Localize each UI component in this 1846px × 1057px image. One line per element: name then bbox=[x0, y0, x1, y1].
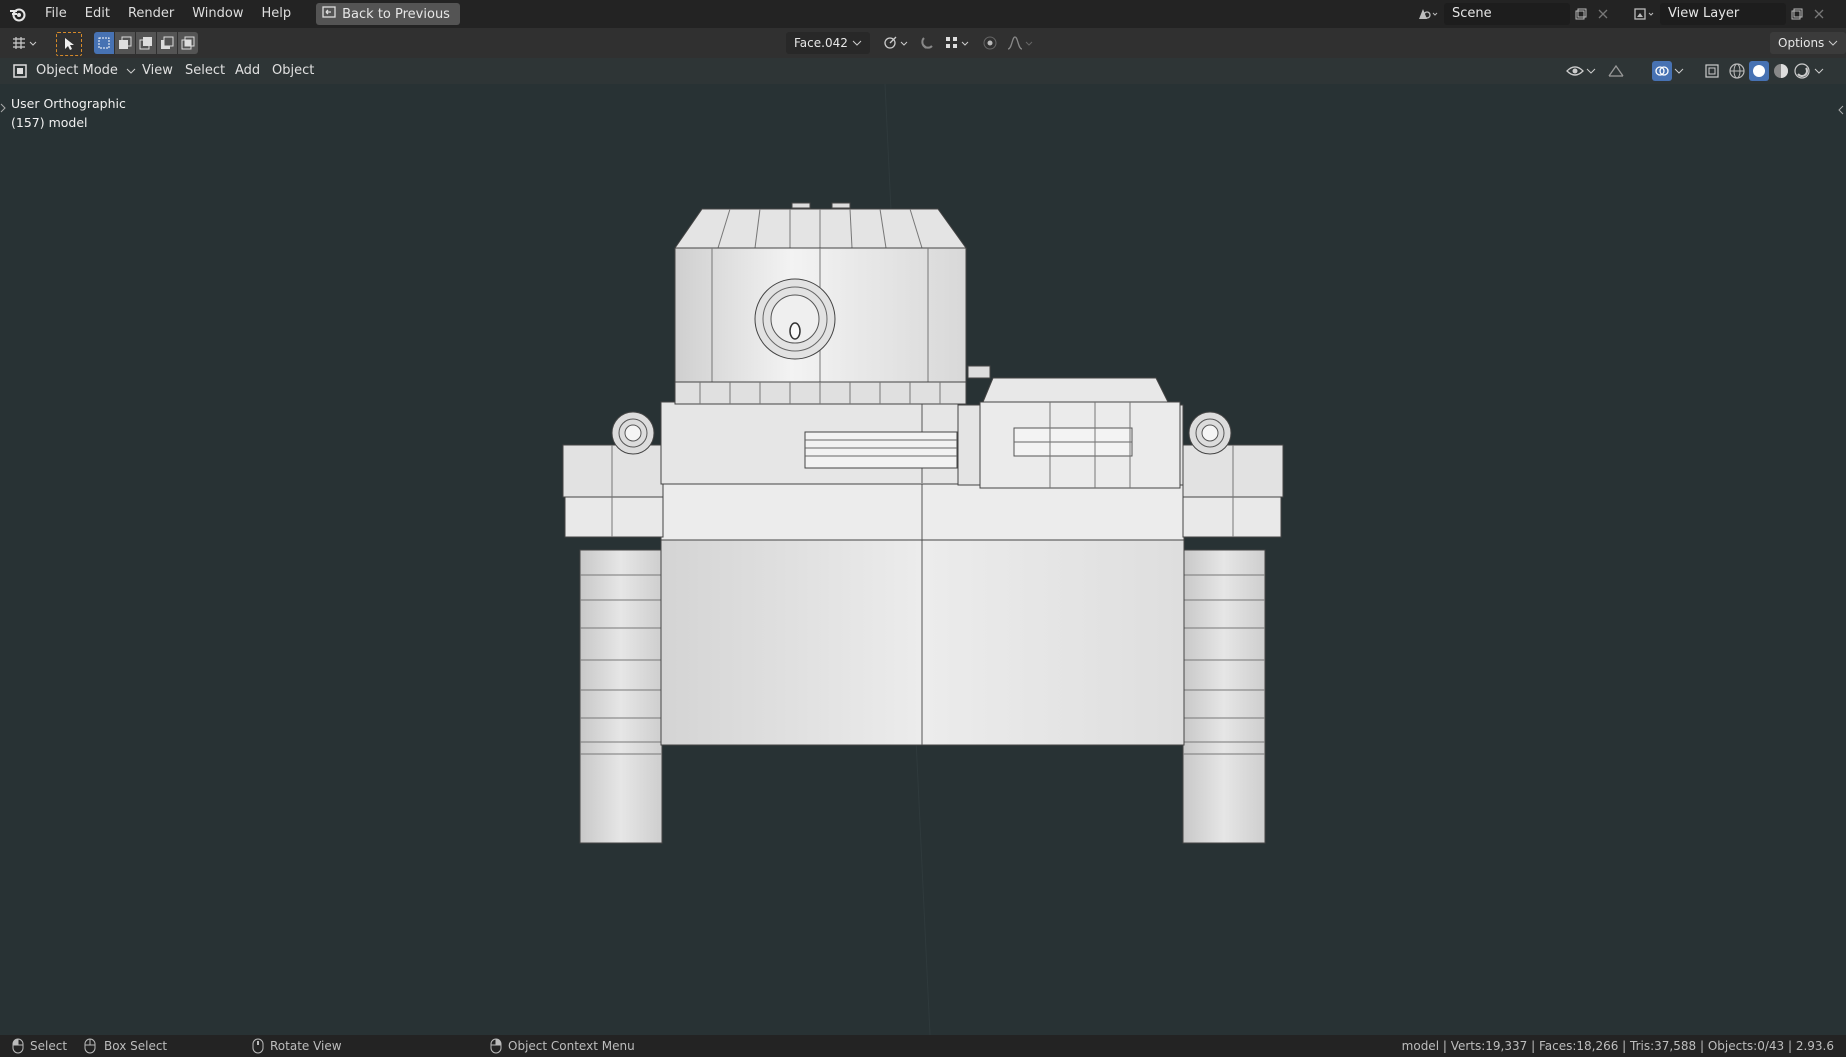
new-view-layer-icon[interactable] bbox=[1786, 3, 1808, 25]
mode-set-new-icon[interactable] bbox=[94, 32, 114, 54]
mode-intersect-icon[interactable] bbox=[178, 32, 198, 54]
scene-statistics: model | Verts:19,337 | Faces:18,266 | Tr… bbox=[1401, 1039, 1834, 1053]
right-headlight bbox=[1188, 411, 1232, 455]
status-context-menu-label: Object Context Menu bbox=[508, 1039, 635, 1053]
xray-toggle-icon[interactable] bbox=[1704, 58, 1720, 84]
viewport-header: Object Mode View Select Add Object bbox=[0, 58, 1846, 84]
status-select: Select bbox=[12, 1035, 67, 1057]
chevron-down-icon bbox=[1674, 68, 1684, 74]
blender-logo-icon[interactable] bbox=[0, 0, 36, 28]
driver-visor bbox=[804, 431, 958, 469]
left-headlight bbox=[611, 411, 655, 455]
view-layer-icon[interactable] bbox=[1628, 3, 1660, 25]
mode-subtract-icon[interactable] bbox=[136, 32, 156, 54]
tool-settings-bar: Face.042 Options bbox=[0, 28, 1846, 58]
scene-type-icon[interactable] bbox=[1412, 3, 1444, 25]
status-box-select-label: Box Select bbox=[104, 1039, 168, 1053]
mouse-middle-icon bbox=[252, 1038, 264, 1054]
object-mode-icon bbox=[13, 64, 27, 78]
wireframe-shading-icon[interactable] bbox=[1728, 62, 1746, 80]
new-scene-icon[interactable] bbox=[1570, 3, 1592, 25]
chevron-down-icon bbox=[1586, 68, 1596, 74]
options-dropdown[interactable]: Options bbox=[1770, 32, 1846, 54]
chevron-down-icon[interactable] bbox=[1814, 67, 1824, 75]
face-selector-label: Face.042 bbox=[794, 36, 848, 50]
scene-name-field[interactable]: Scene bbox=[1444, 3, 1570, 25]
material-preview-icon[interactable] bbox=[1772, 62, 1790, 80]
screen-back-icon bbox=[322, 6, 336, 22]
top-bar: File Edit Render Window Help Back to Pre… bbox=[0, 0, 1846, 28]
back-to-previous-button[interactable]: Back to Previous bbox=[316, 3, 460, 25]
status-box-select: Box Select bbox=[82, 1035, 167, 1057]
menu-help[interactable]: Help bbox=[253, 0, 301, 28]
mode-label: Object Mode bbox=[36, 63, 118, 78]
mode-invert-icon[interactable] bbox=[157, 32, 177, 54]
left-fender bbox=[562, 444, 664, 538]
chevron-down-icon bbox=[126, 68, 136, 74]
status-context-menu: Object Context Menu bbox=[490, 1035, 635, 1057]
left-track bbox=[579, 549, 663, 844]
gizmo-toggle-icon[interactable] bbox=[1606, 58, 1626, 84]
delete-view-layer-icon[interactable] bbox=[1808, 3, 1830, 25]
face-selector-dropdown[interactable]: Face.042 bbox=[786, 32, 870, 54]
tank-model[interactable] bbox=[0, 84, 1846, 1035]
main-turret bbox=[674, 202, 967, 405]
shading-buttons bbox=[1728, 58, 1824, 84]
menu-view[interactable]: View bbox=[142, 58, 173, 84]
select-tool-icon[interactable] bbox=[56, 32, 82, 56]
chevron-down-icon bbox=[1828, 40, 1838, 46]
status-rotate-view: Rotate View bbox=[252, 1035, 342, 1057]
menu-file[interactable]: File bbox=[36, 0, 76, 28]
snap-toggle-icon[interactable] bbox=[918, 32, 938, 54]
proportional-falloff-icon[interactable] bbox=[1004, 32, 1038, 54]
transform-pivot-icon[interactable] bbox=[880, 32, 912, 54]
menu-render[interactable]: Render bbox=[119, 0, 183, 28]
overlays-dropdown[interactable] bbox=[1652, 58, 1684, 84]
status-bar: Select Box Select Rotate View Object Con… bbox=[0, 1035, 1846, 1057]
scene-selector: Scene bbox=[1412, 3, 1614, 25]
proportional-editing-icon[interactable] bbox=[980, 32, 1000, 54]
mode-extend-icon[interactable] bbox=[115, 32, 135, 54]
status-select-label: Select bbox=[30, 1039, 68, 1053]
menu-select[interactable]: Select bbox=[185, 58, 225, 84]
3d-viewport[interactable]: User Orthographic (157) model bbox=[0, 84, 1846, 1035]
right-fender bbox=[1182, 444, 1284, 538]
options-label: Options bbox=[1778, 36, 1825, 50]
mode-dropdown[interactable]: Object Mode bbox=[12, 58, 136, 84]
view-layer-selector: View Layer bbox=[1628, 3, 1830, 25]
menu-object[interactable]: Object bbox=[272, 58, 314, 84]
mouse-right-icon bbox=[490, 1038, 502, 1054]
overlays-icon bbox=[1652, 61, 1672, 81]
rendered-shading-icon[interactable] bbox=[1793, 62, 1811, 80]
visibility-dropdown[interactable] bbox=[1566, 58, 1596, 84]
right-track bbox=[1182, 549, 1266, 844]
delete-scene-icon[interactable] bbox=[1592, 3, 1614, 25]
solid-shading-icon[interactable] bbox=[1749, 61, 1769, 81]
mouse-left-icon bbox=[12, 1038, 24, 1054]
menu-edit[interactable]: Edit bbox=[76, 0, 119, 28]
chevron-down-icon bbox=[852, 40, 862, 46]
menu-window[interactable]: Window bbox=[183, 0, 252, 28]
menu-add[interactable]: Add bbox=[235, 58, 260, 84]
eye-icon bbox=[1566, 66, 1584, 76]
status-rotate-view-label: Rotate View bbox=[270, 1039, 342, 1053]
snap-target-icon[interactable] bbox=[942, 32, 974, 54]
view-layer-name-field[interactable]: View Layer bbox=[1660, 3, 1786, 25]
editor-type-icon[interactable] bbox=[8, 32, 42, 54]
back-to-previous-label: Back to Previous bbox=[342, 6, 450, 22]
mouse-drag-icon bbox=[84, 1038, 96, 1054]
machinegun-turret bbox=[967, 365, 1181, 489]
